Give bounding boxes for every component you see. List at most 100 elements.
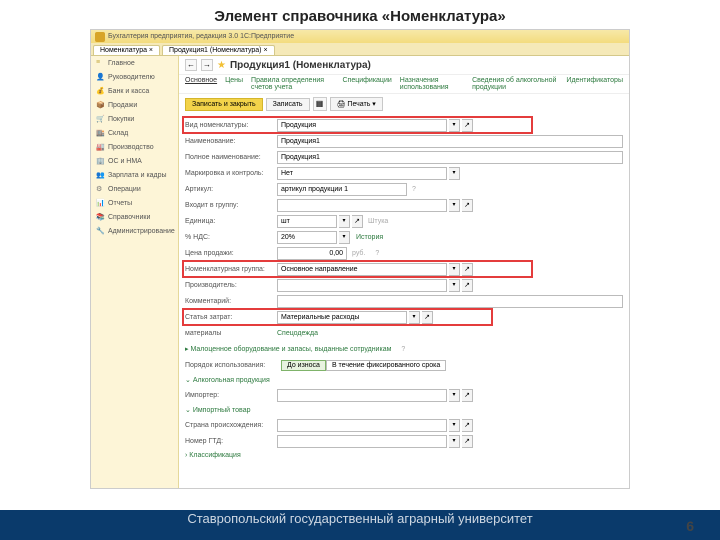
input-nomgroup[interactable] — [277, 263, 447, 276]
label-vid: Вид номенклатуры: — [185, 122, 277, 129]
forward-button[interactable]: → — [201, 59, 213, 71]
dropdown-button[interactable]: ▾ — [409, 311, 420, 324]
factory-icon: 🏭 — [96, 143, 104, 151]
input-country[interactable] — [277, 419, 447, 432]
label-nomgroup: Номенклатурная группа: — [185, 266, 277, 273]
label-maker: Производитель: — [185, 282, 277, 289]
open-button[interactable]: ↗ — [462, 389, 473, 402]
help-icon[interactable]: ? — [412, 186, 416, 193]
link-history[interactable]: История — [356, 234, 383, 241]
sidebar-item-operations[interactable]: ⚙Операции — [91, 182, 178, 196]
input-comment[interactable] — [277, 295, 623, 308]
sidebar-item-directories[interactable]: 📚Справочники — [91, 210, 178, 224]
input-unit[interactable] — [277, 215, 337, 228]
dropdown-button[interactable]: ▾ — [449, 263, 460, 276]
open-button[interactable]: ↗ — [462, 199, 473, 212]
section-class[interactable]: › Классификация — [185, 450, 623, 461]
label-cost: Статья затрат: — [185, 314, 277, 321]
input-nds[interactable] — [277, 231, 337, 244]
dropdown-button[interactable]: ▾ — [449, 279, 460, 292]
section-import[interactable]: ⌄ Импортный товар — [185, 404, 623, 416]
subtab-usage[interactable]: Назначения использования — [400, 77, 464, 91]
label-nds: % НДС: — [185, 234, 277, 241]
books-icon: 📚 — [96, 213, 104, 221]
open-button[interactable]: ↗ — [462, 419, 473, 432]
input-maker[interactable] — [277, 279, 447, 292]
sidebar-item-production[interactable]: 🏭Производство — [91, 140, 178, 154]
sidebar-item-manager[interactable]: 👤Руководителю — [91, 70, 178, 84]
dropdown-button[interactable]: ▾ — [449, 199, 460, 212]
page-title: Продукция1 (Номенклатура) — [230, 60, 371, 71]
sidebar-item-sales[interactable]: 📦Продажи — [91, 98, 178, 112]
open-button[interactable]: ↗ — [352, 215, 363, 228]
save-close-button[interactable]: Записать и закрыть — [185, 98, 263, 111]
input-importer[interactable] — [277, 389, 447, 402]
link-lowvalue[interactable]: ▸ Малоценное оборудование и запасы, выда… — [185, 345, 391, 353]
row-vid: Вид номенклатуры: ▾↗ — [185, 118, 623, 132]
dropdown-button[interactable]: ▾ — [449, 167, 460, 180]
open-button[interactable]: ↗ — [462, 279, 473, 292]
subtab-accounts[interactable]: Правила определения счетов учета — [251, 77, 334, 91]
slide-title: Элемент справочника «Номенклатура» — [0, 0, 720, 29]
section-alco[interactable]: ⌄ Алкогольная продукция — [185, 374, 623, 386]
label-importer: Импортер: — [185, 392, 277, 399]
input-article[interactable] — [277, 183, 407, 196]
sidebar-item-reports[interactable]: 📊Отчеты — [91, 196, 178, 210]
input-price[interactable] — [277, 247, 347, 260]
titlebar-text: Бухгалтерия предприятия, редакция 3.0 1С… — [108, 33, 294, 40]
subtab-ids[interactable]: Идентификаторы — [566, 77, 623, 91]
subtab-main[interactable]: Основное — [185, 77, 217, 91]
sidebar-item-assets[interactable]: 🏢ОС и НМА — [91, 154, 178, 168]
sidebar-item-admin[interactable]: 🔧Администрирование — [91, 224, 178, 238]
input-vid[interactable] — [277, 119, 447, 132]
form: Вид номенклатуры: ▾↗ Наименование: Полно… — [179, 114, 629, 463]
print-button[interactable]: 🖨 Печать ▾ — [330, 97, 383, 111]
label-country: Страна происхождения: — [185, 422, 277, 429]
star-icon[interactable]: ★ — [217, 60, 226, 71]
dropdown-button[interactable]: ▾ — [339, 215, 350, 228]
doc-tab[interactable]: Номенклатура × — [93, 45, 160, 55]
titlebar: Бухгалтерия предприятия, редакция 3.0 1С… — [91, 30, 629, 43]
input-fullname[interactable] — [277, 151, 623, 164]
toolbar: Записать и закрыть Записать ▦ 🖨 Печать ▾ — [179, 94, 629, 114]
page-header: ← → ★ Продукция1 (Номенклатура) — [179, 56, 629, 75]
label-article: Артикул: — [185, 186, 277, 193]
page-number: 6 — [686, 518, 694, 534]
dropdown-button[interactable]: ▾ — [449, 419, 460, 432]
sidebar-item-main[interactable]: ≡Главное — [91, 56, 178, 70]
sidebar-item-bank[interactable]: 💰Банк и касса — [91, 84, 178, 98]
sidebar-item-warehouse[interactable]: 🏬Склад — [91, 126, 178, 140]
radio-fixed[interactable]: В течение фиксированного срока — [326, 360, 446, 371]
open-button[interactable]: ↗ — [462, 119, 473, 132]
help-icon[interactable]: ? — [401, 346, 405, 353]
attach-button[interactable]: ▦ — [313, 97, 327, 111]
sidebar-item-purchases[interactable]: 🛒Покупки — [91, 112, 178, 126]
dropdown-button[interactable]: ▾ — [449, 389, 460, 402]
input-cost[interactable] — [277, 311, 407, 324]
dropdown-button[interactable]: ▾ — [449, 119, 460, 132]
sidebar: ≡Главное 👤Руководителю 💰Банк и касса 📦Пр… — [91, 56, 179, 488]
subtab-alco[interactable]: Сведения об алкогольной продукции — [472, 77, 558, 91]
input-group[interactable] — [277, 199, 447, 212]
dropdown-button[interactable]: ▾ — [449, 435, 460, 448]
back-button[interactable]: ← — [185, 59, 197, 71]
label-name: Наименование: — [185, 138, 277, 145]
input-mark[interactable] — [277, 167, 447, 180]
input-gtd[interactable] — [277, 435, 447, 448]
document-tabstrip: Номенклатура × Продукция1 (Номенклатура)… — [91, 43, 629, 56]
open-button[interactable]: ↗ — [422, 311, 433, 324]
help-icon[interactable]: ? — [375, 250, 379, 257]
subtab-prices[interactable]: Цены — [225, 77, 243, 91]
radio-wear[interactable]: До износа — [281, 360, 326, 371]
open-button[interactable]: ↗ — [462, 263, 473, 276]
dropdown-button[interactable]: ▾ — [339, 231, 350, 244]
sidebar-item-salary[interactable]: 👥Зарплата и кадры — [91, 168, 178, 182]
open-button[interactable]: ↗ — [462, 435, 473, 448]
slide-footer: Ставропольский государственный аграрный … — [0, 510, 720, 540]
app-window: Бухгалтерия предприятия, редакция 3.0 1С… — [90, 29, 630, 489]
subtab-specs[interactable]: Спецификации — [343, 77, 392, 91]
save-button[interactable]: Записать — [266, 98, 310, 111]
input-name[interactable] — [277, 135, 623, 148]
doc-tab[interactable]: Продукция1 (Номенклатура) × — [162, 45, 275, 55]
link-workwear[interactable]: Спецодежда — [277, 330, 318, 337]
